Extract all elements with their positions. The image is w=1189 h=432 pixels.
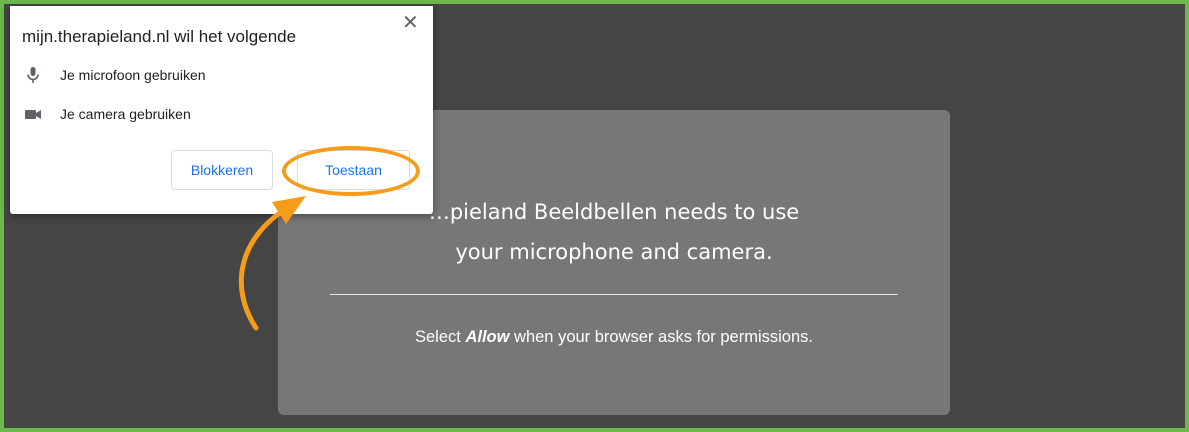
camera-icon (25, 110, 41, 119)
permission-label-camera: Je camera gebruiken (60, 106, 191, 122)
card-divider (330, 294, 898, 295)
allow-button[interactable]: Toestaan (297, 150, 410, 190)
card-hint: Select Allow when your browser asks for … (278, 328, 950, 347)
permission-label-microphone: Je microfoon gebruiken (60, 67, 206, 83)
hint-emphasis: Allow (465, 328, 510, 346)
card-title-line-2: your microphone and camera. (455, 240, 773, 264)
block-button[interactable]: Blokkeren (171, 150, 273, 190)
hint-suffix: when your browser asks for permissions. (509, 328, 813, 346)
permission-popup: mijn.therapieland.nl wil het volgende ✕ … (10, 6, 433, 214)
permission-row-camera: Je camera gebruiken (24, 102, 191, 126)
close-icon[interactable]: ✕ (402, 10, 419, 35)
permission-row-microphone: Je microfoon gebruiken (24, 63, 206, 87)
microphone-icon (27, 67, 39, 83)
hint-prefix: Select (415, 328, 466, 346)
popup-title: mijn.therapieland.nl wil het volgende (22, 27, 297, 46)
